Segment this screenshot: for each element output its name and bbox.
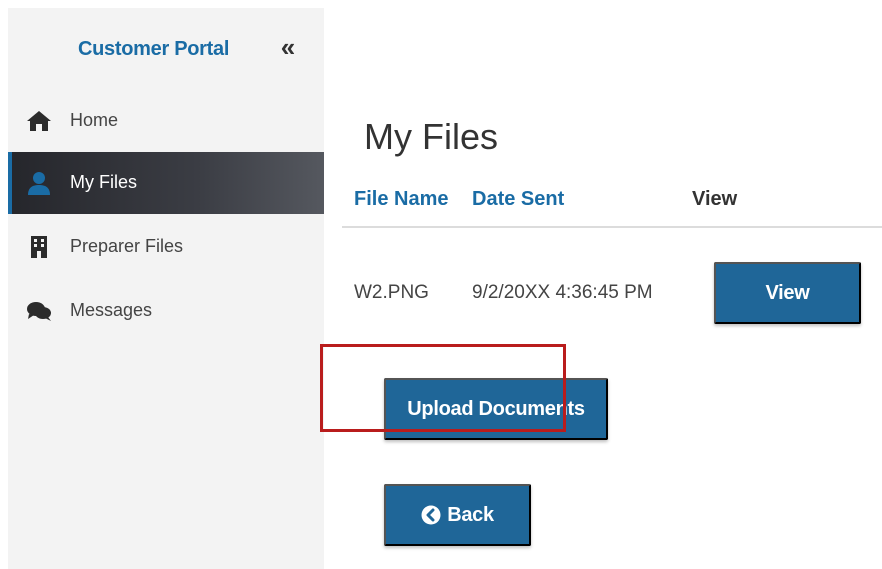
building-icon: [26, 234, 52, 260]
double-chevron-left-icon[interactable]: «: [276, 34, 300, 60]
sidebar-header: Customer Portal «: [8, 8, 324, 88]
main-content: My Files File Name Date Sent View W2.PNG…: [324, 0, 882, 569]
column-header-file-name[interactable]: File Name: [354, 188, 448, 211]
back-button[interactable]: Back: [384, 484, 531, 546]
sidebar-item-label: My Files: [70, 172, 137, 192]
sidebar-item-preparer-files[interactable]: Preparer Files: [8, 216, 324, 278]
view-button[interactable]: View: [714, 262, 861, 324]
sidebar: Customer Portal « Home My Files Preparer…: [8, 8, 324, 569]
sidebar-item-label: Home: [70, 110, 119, 130]
highlight-box: [320, 344, 566, 432]
chat-bubbles-icon: [26, 298, 52, 324]
sidebar-item-my-files[interactable]: My Files: [8, 152, 324, 214]
sidebar-title: Customer Portal: [78, 38, 230, 60]
sidebar-item-home[interactable]: Home: [8, 90, 324, 152]
sidebar-item-messages[interactable]: Messages: [8, 280, 324, 342]
user-icon: [26, 170, 52, 196]
sidebar-item-label: Preparer Files: [70, 236, 184, 256]
back-button-label: Back: [447, 503, 494, 526]
file-name-cell: W2.PNG: [354, 282, 429, 303]
page-title: My Files: [364, 116, 498, 157]
home-icon: [26, 108, 52, 134]
circle-chevron-left-icon: [421, 505, 441, 525]
table-header-divider: [342, 226, 882, 228]
column-header-view: View: [692, 188, 738, 210]
column-header-date-sent[interactable]: Date Sent: [472, 188, 564, 211]
date-sent-cell: 9/2/20XX 4:36:45 PM: [472, 282, 653, 303]
sidebar-item-label: Messages: [70, 300, 153, 320]
